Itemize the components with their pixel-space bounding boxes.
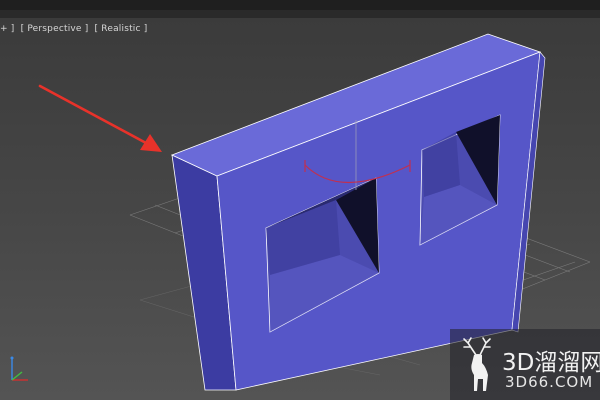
viewport-perspective[interactable]: + ] [ Perspective ] [ Realistic ] 3D溜溜网 … [0, 0, 600, 400]
axis-tripod-icon [10, 356, 28, 381]
deer-logo-icon [463, 337, 491, 391]
red-arrow-icon [38, 84, 162, 152]
watermark: 3D溜溜网 3D66.COM [450, 329, 600, 400]
watermark-title: 3D溜溜网 [502, 350, 600, 376]
watermark-subtitle: 3D66.COM [505, 373, 594, 391]
